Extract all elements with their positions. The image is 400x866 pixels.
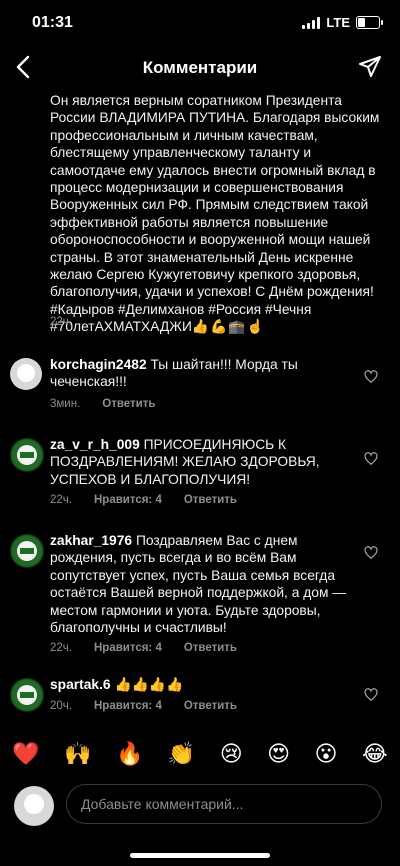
- reply-button[interactable]: Ответить: [184, 642, 237, 654]
- comment-meta: 22ч. Нравится: 4 Ответить: [50, 494, 237, 506]
- status-icons: LTE: [302, 15, 383, 30]
- comment-text: zakhar_1976 Поздравляем Вас с днем рожде…: [50, 532, 350, 636]
- likes-count[interactable]: Нравится: 4: [94, 494, 162, 506]
- avatar: [14, 786, 54, 826]
- heart-icon[interactable]: [364, 688, 378, 702]
- home-indicator[interactable]: [130, 853, 270, 858]
- comment-input[interactable]: [66, 784, 382, 824]
- reply-button[interactable]: Ответить: [184, 700, 237, 712]
- reply-button[interactable]: Ответить: [184, 494, 237, 506]
- comment-text: za_v_r_h_009 ПРИСОЕДИНЯЮСЬ К ПОЗДРАВЛЕНИ…: [50, 436, 350, 488]
- reaction-crying-emoji[interactable]: 😢: [220, 741, 243, 767]
- comment-text: spartak.6 👍👍👍👍: [50, 676, 350, 693]
- heart-icon[interactable]: [364, 370, 378, 384]
- comment-body: 👍👍👍👍: [114, 677, 184, 692]
- reaction-heart-emoji[interactable]: ❤️: [12, 741, 39, 767]
- comment-text: korchagin2482 Ты шайтан!!! Морда ты чече…: [50, 356, 350, 391]
- caption-text: Он является верным соратником Президента…: [50, 93, 380, 335]
- comment-username[interactable]: spartak.6: [50, 677, 111, 692]
- heart-icon[interactable]: [364, 546, 378, 560]
- battery-icon: [356, 16, 383, 29]
- avatar[interactable]: [10, 358, 42, 390]
- post-caption: Он является верным соратником Президента…: [50, 92, 390, 336]
- comment-username[interactable]: korchagin2482: [50, 357, 147, 372]
- comment-username[interactable]: zakhar_1976: [50, 533, 132, 548]
- caption-emoji: 👍💪🕋☝️: [191, 319, 265, 335]
- reaction-clap-emoji[interactable]: 👏: [168, 741, 195, 767]
- comment-meta: 3мин. Ответить: [50, 398, 155, 410]
- club-logo-icon: [12, 680, 42, 710]
- status-time: 01:31: [32, 14, 73, 31]
- club-logo-icon: [12, 440, 42, 470]
- reaction-laughing-emoji[interactable]: 😂: [362, 741, 388, 767]
- comment-meta: 20ч. Нравится: 4 Ответить: [50, 700, 237, 712]
- caption-time: 22ч.: [50, 316, 72, 328]
- comment-time: 20ч.: [50, 700, 72, 712]
- reaction-surprised-emoji[interactable]: 😮: [315, 741, 338, 767]
- reaction-heart-eyes-emoji[interactable]: 😍: [267, 741, 290, 767]
- signal-icon: [302, 16, 321, 29]
- heart-icon[interactable]: [364, 452, 378, 466]
- likes-count[interactable]: Нравится: 4: [94, 642, 162, 654]
- comment-time: 3мин.: [50, 398, 81, 410]
- reaction-raised-hands-emoji[interactable]: 🙌: [64, 741, 91, 767]
- header: Комментарии: [0, 46, 400, 90]
- network-label: LTE: [326, 15, 350, 30]
- avatar[interactable]: [10, 678, 44, 712]
- reply-button[interactable]: Ответить: [102, 398, 155, 410]
- reaction-fire-emoji[interactable]: 🔥: [116, 741, 143, 767]
- comment-composer: [0, 778, 400, 834]
- page-title: Комментарии: [142, 58, 258, 77]
- send-icon[interactable]: [358, 55, 382, 79]
- avatar[interactable]: [10, 438, 44, 472]
- avatar[interactable]: [10, 534, 44, 568]
- comment-username[interactable]: za_v_r_h_009: [50, 437, 140, 452]
- status-bar: 01:31 LTE: [0, 0, 400, 44]
- comment-body: Поздравляем Вас с днем рождения, пусть в…: [50, 533, 347, 636]
- comment-time: 22ч.: [50, 642, 72, 654]
- likes-count[interactable]: Нравится: 4: [94, 700, 162, 712]
- club-logo-icon: [12, 536, 42, 566]
- comment-meta: 22ч. Нравится: 4 Ответить: [50, 642, 237, 654]
- comment-time: 22ч.: [50, 494, 72, 506]
- quick-reactions: ❤️ 🙌 🔥 👏 😢 😍 😮 😂: [0, 736, 400, 772]
